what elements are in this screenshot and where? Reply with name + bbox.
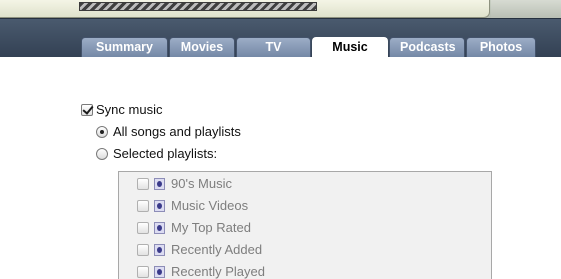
selected-playlists-option[interactable]: Selected playlists: <box>96 146 217 161</box>
tab-movies[interactable]: Movies <box>169 37 235 57</box>
smart-playlist-icon <box>154 199 165 212</box>
tab-music[interactable]: Music <box>312 37 388 57</box>
playlist-label: Music Videos <box>171 198 249 213</box>
playlist-label: My Top Rated <box>171 220 251 235</box>
playlist-checkbox[interactable] <box>137 243 149 256</box>
sync-progress-bar <box>79 2 317 11</box>
playlist-item[interactable]: 90's Music <box>137 176 232 191</box>
playlist-checkbox[interactable] <box>137 177 149 190</box>
playlist-checkbox[interactable] <box>137 221 149 234</box>
selected-playlists-radio[interactable] <box>96 147 108 160</box>
playlist-label: 90's Music <box>171 176 233 191</box>
status-display <box>0 0 490 18</box>
playlist-label: Recently Played <box>171 264 265 279</box>
smart-playlist-icon <box>154 221 165 234</box>
tab-podcasts[interactable]: Podcasts <box>389 37 465 57</box>
playlist-label: Recently Added <box>171 242 263 257</box>
all-songs-option[interactable]: All songs and playlists <box>96 124 241 139</box>
sync-music-label: Sync music <box>96 102 163 117</box>
playlist-item[interactable]: Recently Played <box>137 264 265 279</box>
sync-music-checkbox[interactable] <box>81 103 93 116</box>
playlist-checkbox[interactable] <box>137 199 149 212</box>
sync-music-option[interactable]: Sync music <box>81 102 162 117</box>
playlist-item[interactable]: My Top Rated <box>137 220 251 235</box>
all-songs-radio[interactable] <box>96 125 108 138</box>
all-songs-label: All songs and playlists <box>113 124 241 139</box>
status-bar <box>0 0 561 18</box>
playlist-checkbox[interactable] <box>137 265 149 278</box>
tab-bar: Summary Movies TV Shows Music Podcasts P… <box>81 37 537 73</box>
tab-summary[interactable]: Summary <box>81 37 168 57</box>
smart-playlist-icon <box>154 243 165 256</box>
selected-playlists-label: Selected playlists: <box>113 146 218 161</box>
smart-playlist-icon <box>154 265 165 278</box>
tab-tv-shows[interactable]: TV Shows <box>236 37 311 73</box>
playlist-item[interactable]: Music Videos <box>137 198 248 213</box>
tab-photos[interactable]: Photos <box>466 37 536 57</box>
playlist-item[interactable]: Recently Added <box>137 242 262 257</box>
smart-playlist-icon <box>154 177 165 190</box>
playlist-list[interactable]: 90's Music Music Videos My Top Rated Rec… <box>118 171 492 279</box>
status-bar-edge <box>491 0 561 18</box>
